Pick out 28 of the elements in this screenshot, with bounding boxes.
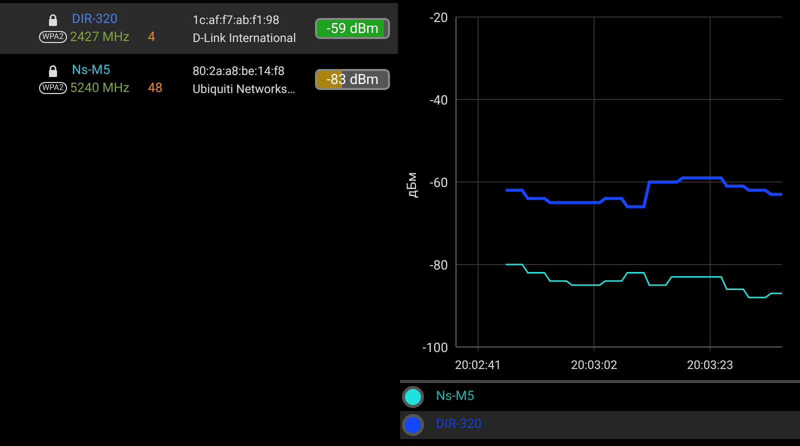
lock-icon: [48, 14, 58, 26]
y-tick-label: -40: [430, 94, 448, 108]
series-name: DIR-320: [436, 416, 482, 434]
mac-address: 80:2a:a8:be:14:f8: [192, 62, 286, 80]
x-tick-label: 20:03:23: [687, 358, 734, 372]
lock-icon: [48, 65, 58, 77]
channel: 4: [148, 28, 156, 46]
security-badge: WPA2: [39, 31, 67, 43]
security-badge: WPA2: [39, 82, 67, 94]
y-tick-label: -100: [422, 341, 448, 356]
signal-reading: -83 dBm: [326, 72, 379, 86]
y-tick-label: -60: [430, 176, 448, 191]
channel: 48: [148, 80, 163, 98]
network-name: Ns-M5: [72, 62, 112, 80]
signal-reading: -59 dBm: [326, 22, 379, 36]
x-tick-label: 20:03:02: [571, 358, 618, 372]
mac-address: 1c:af:f7:ab:f1:98: [192, 12, 280, 28]
series-name: Ns-M5: [436, 388, 474, 406]
y-axis-label: дБм: [405, 172, 420, 198]
x-tick-label: 20:02:41: [454, 358, 502, 372]
frequency: 5240 MHz: [70, 80, 130, 98]
vendor-name: D-Link International: [192, 30, 297, 46]
network-name: DIR-320: [72, 10, 118, 28]
vendor-name: Ubiquiti Networks…: [192, 80, 296, 98]
network-row[interactable]: WPA2 DIR-320 2427 MHz 4 1c:af:f7:ab:f1:98 D-Link International -59 dBm: [0, 3, 398, 54]
y-tick-label: -80: [430, 258, 448, 274]
y-tick-label: -20: [430, 11, 448, 26]
frequency: 2427 MHz: [70, 28, 130, 46]
